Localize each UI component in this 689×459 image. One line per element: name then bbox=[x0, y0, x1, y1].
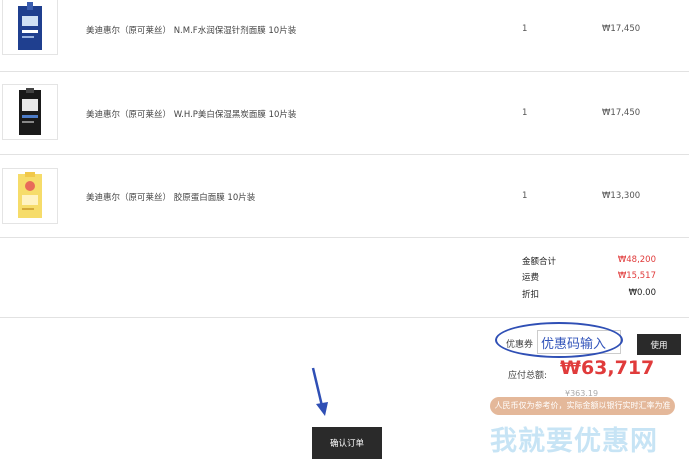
annotation-ellipse bbox=[495, 322, 623, 358]
apply-coupon-button[interactable]: 使用 bbox=[637, 334, 681, 355]
product-price: ₩13,300 bbox=[602, 191, 641, 201]
product-quantity: 1 bbox=[522, 108, 528, 118]
product-row: 美迪惠尔（原可莱丝） 胶原蛋白面膜 10片装 1 ₩13,300 bbox=[0, 155, 689, 238]
product-price: ₩17,450 bbox=[602, 24, 641, 34]
product-row: 美迪惠尔（原可莱丝） N.M.F水润保湿针剂面膜 10片装 1 ₩17,450 bbox=[0, 0, 689, 72]
subtotal-value: ₩48,200 bbox=[617, 255, 656, 265]
product-row: 美迪惠尔（原可莱丝） W.H.P美白保湿黑炭面膜 10片装 1 ₩17,450 bbox=[0, 72, 689, 155]
blue-mask-pack-icon bbox=[18, 2, 42, 50]
subtotal-label: 金额合计 bbox=[522, 257, 557, 267]
discount-value: ₩0.00 bbox=[628, 288, 656, 298]
product-quantity: 1 bbox=[522, 191, 528, 201]
black-mask-pack-icon bbox=[19, 88, 41, 135]
product-price: ₩17,450 bbox=[602, 108, 641, 118]
discount-label: 折扣 bbox=[522, 290, 540, 300]
shipping-label: 运费 bbox=[522, 273, 540, 283]
annotation-arrow-icon bbox=[311, 367, 328, 416]
product-thumbnail[interactable] bbox=[2, 168, 58, 224]
product-thumbnail[interactable] bbox=[2, 84, 58, 140]
product-name[interactable]: 美迪惠尔（原可莱丝） W.H.P美白保湿黑炭面膜 10片装 bbox=[86, 108, 296, 120]
confirm-order-button[interactable]: 确认订单 bbox=[312, 427, 382, 459]
currency-notice: 人民币仅为参考价，实际金额以银行实时汇率为准 bbox=[490, 397, 675, 415]
order-summary: 金额合计 ₩48,200 运费 ₩15,517 折扣 ₩0.00 bbox=[0, 238, 689, 318]
product-name[interactable]: 美迪惠尔（原可莱丝） 胶原蛋白面膜 10片装 bbox=[86, 191, 255, 203]
shipping-value: ₩15,517 bbox=[617, 271, 656, 281]
total-value: ₩63,717 bbox=[560, 357, 655, 379]
product-thumbnail[interactable] bbox=[2, 0, 58, 55]
product-name[interactable]: 美迪惠尔（原可莱丝） N.M.F水润保湿针剂面膜 10片装 bbox=[86, 24, 296, 36]
total-label: 应付总额: bbox=[508, 371, 548, 381]
yellow-mask-pack-icon bbox=[18, 172, 42, 218]
product-quantity: 1 bbox=[522, 24, 528, 34]
site-watermark: 我就要优惠网 bbox=[490, 426, 658, 457]
